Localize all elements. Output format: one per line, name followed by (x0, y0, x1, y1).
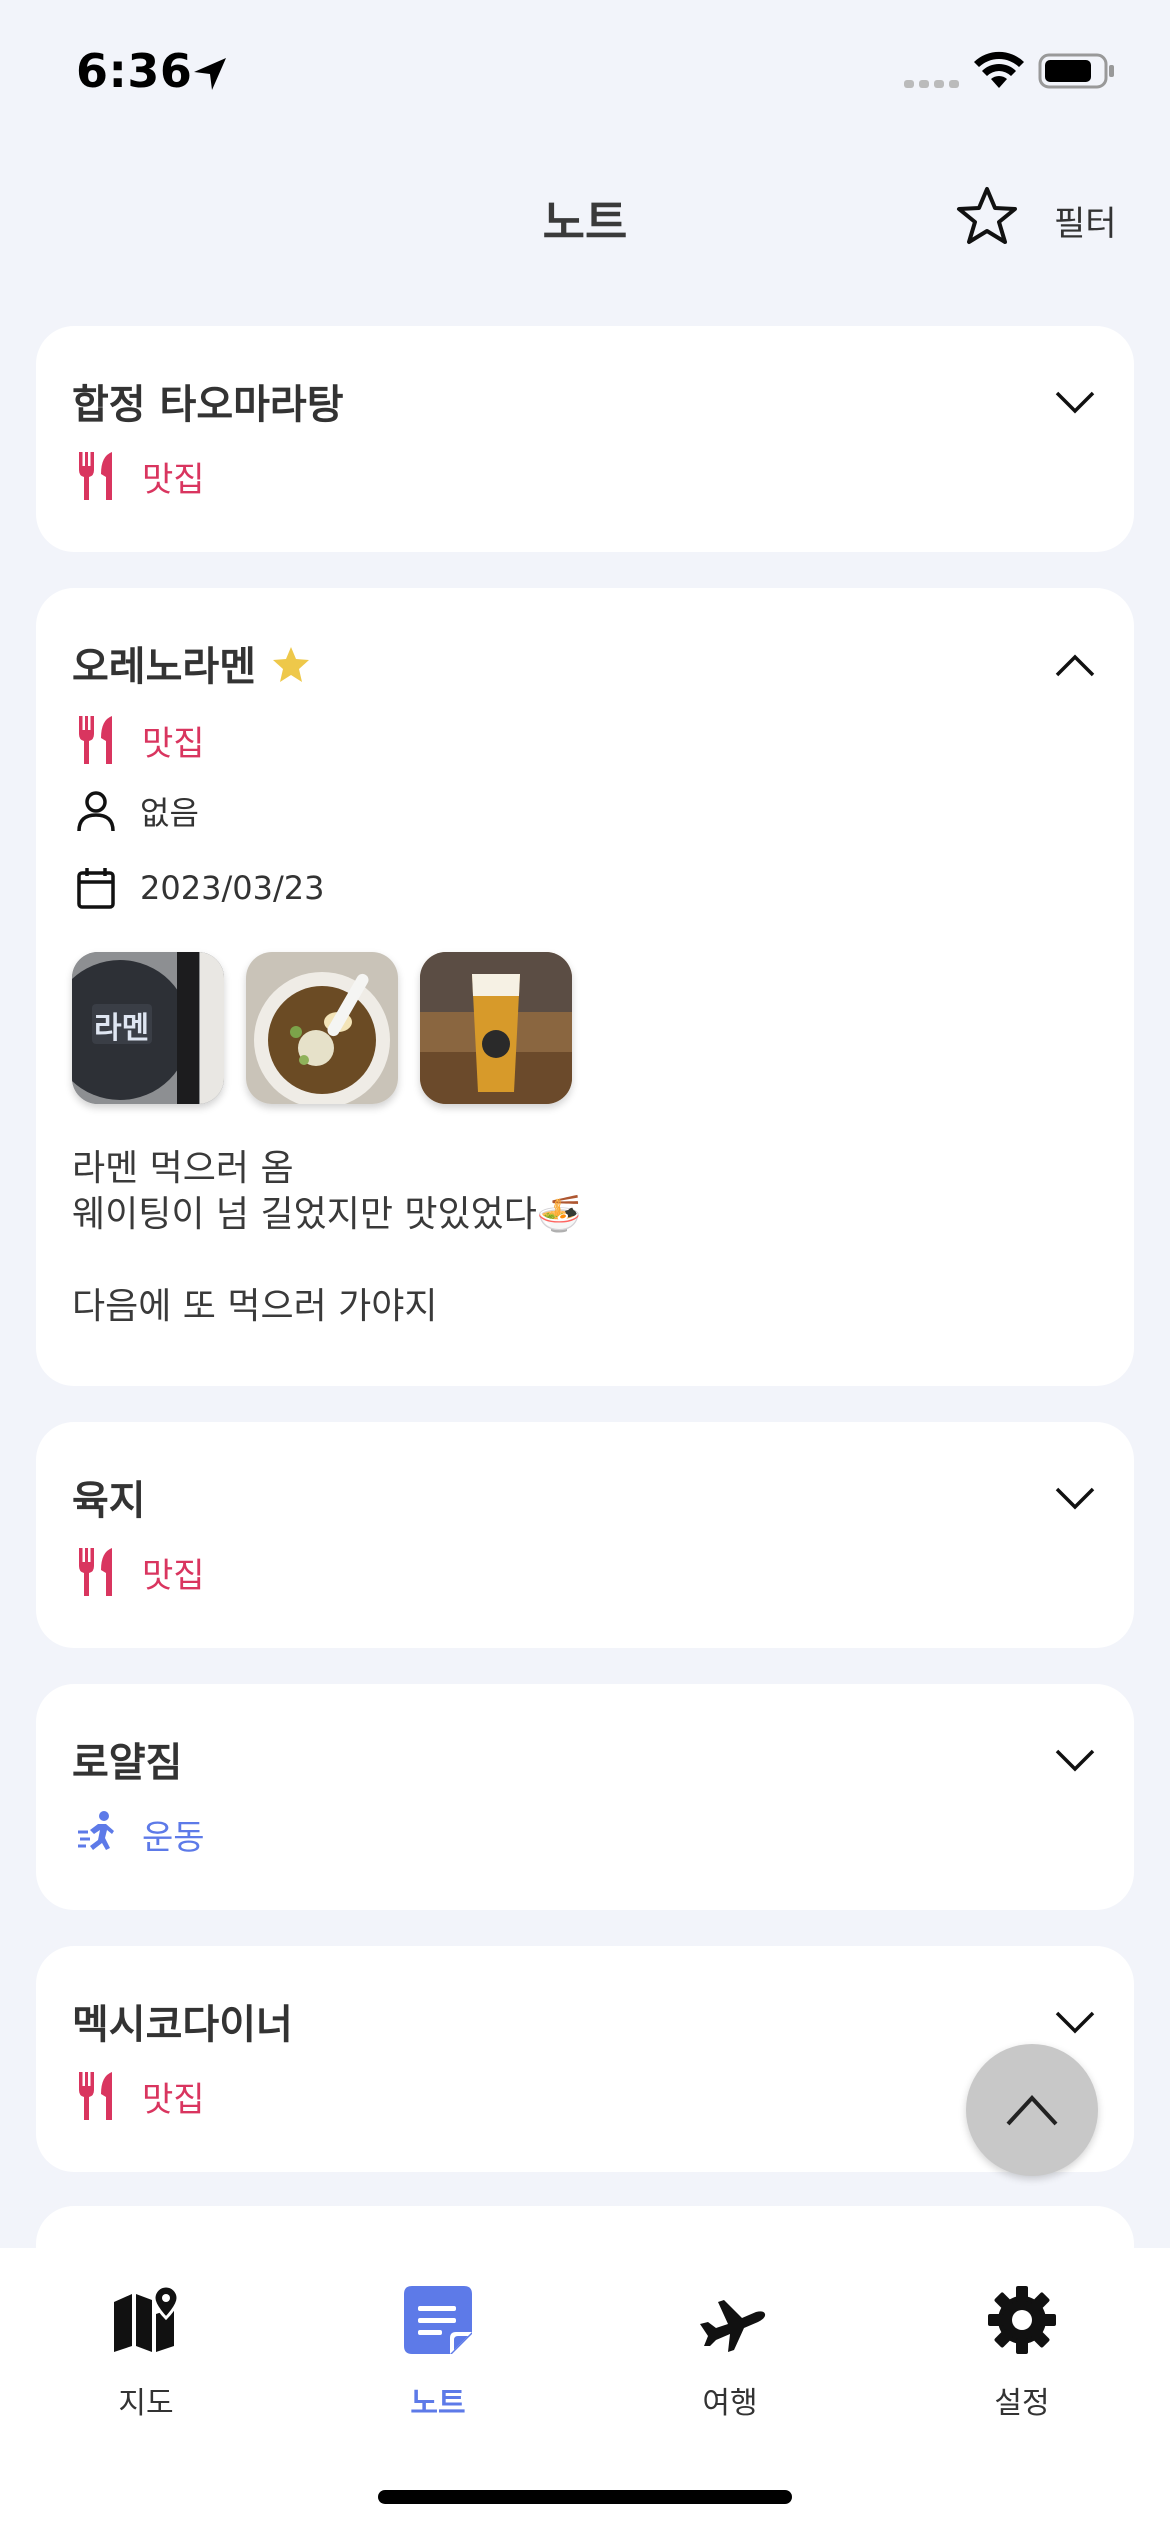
memo-line: 웨이팅이 넘 길었지만 맛있었다🍜 (72, 1194, 582, 1235)
chevron-up-icon (1006, 2095, 1058, 2126)
note-card[interactable]: 로얄짐 운동 (36, 1684, 1134, 1910)
memo-line: 다음에 또 먹으러 가야지 (72, 1286, 438, 1327)
note-category: 맛집 (76, 450, 205, 502)
category-label: 맛집 (142, 2079, 205, 2120)
map-pin-icon (114, 2284, 180, 2352)
chevron-down-icon[interactable] (1054, 1746, 1096, 1774)
filter-button[interactable]: 필터 (1054, 196, 1117, 245)
favorite-star-icon (273, 647, 309, 682)
note-card[interactable]: 멕시코다이너 맛집 (36, 1946, 1134, 2172)
chevron-down-icon[interactable] (1054, 388, 1096, 416)
cellular-signal-icon (904, 80, 959, 88)
person-icon (77, 791, 115, 832)
tab-note[interactable]: 노트 (348, 2284, 528, 2422)
tab-label: 노트 (410, 2386, 466, 2421)
date-row: 2023/03/23 (76, 866, 324, 910)
fork-knife-icon (79, 2072, 112, 2120)
note-title: 오레노라멘 (72, 644, 256, 690)
note-category: 맛집 (76, 1546, 205, 1598)
location-arrow-icon (194, 58, 226, 90)
memo-line (72, 1238, 582, 1284)
tab-settings[interactable]: 설정 (932, 2284, 1112, 2422)
note-title: 멕시코다이너 (72, 2002, 293, 2048)
category-label: 운동 (142, 1817, 205, 1858)
note-category: 맛집 (76, 2070, 205, 2122)
gear-icon (988, 2286, 1056, 2354)
ramen-bowl-photo[interactable] (246, 952, 398, 1104)
status-bar: 6:36 (0, 0, 1170, 150)
tab-label: 여행 (702, 2386, 758, 2421)
category-label: 맛집 (142, 723, 205, 764)
calendar-icon (77, 868, 115, 909)
fork-knife-icon (79, 1548, 112, 1596)
note-card[interactable]: 육지 맛집 (36, 1422, 1134, 1648)
note-title: 육지 (72, 1478, 146, 1524)
star-outline-icon[interactable] (954, 184, 1020, 250)
companion-row: 없음 (76, 788, 199, 834)
scroll-to-top-button[interactable] (966, 2044, 1098, 2176)
wifi-icon (974, 51, 1024, 88)
note-title: 로얄짐 (72, 1740, 183, 1786)
photo-strip: 라멘 (72, 952, 572, 1104)
beer-glass-photo[interactable] (420, 952, 572, 1104)
running-icon (78, 1811, 114, 1850)
status-time: 6:36 (76, 44, 193, 98)
ramen-shop-sign-photo[interactable]: 라멘 (72, 952, 224, 1104)
tab-label: 지도 (118, 2386, 174, 2421)
tab-travel[interactable]: 여행 (640, 2284, 820, 2422)
note-category: 맛집 (76, 714, 205, 766)
memo-line: 라멘 먹으러 옴 (72, 1148, 294, 1189)
fork-knife-icon (79, 452, 112, 500)
svg-text:라멘: 라멘 (94, 1011, 149, 1046)
companion-text: 없음 (140, 794, 199, 832)
category-label: 맛집 (142, 1555, 205, 1596)
note-category: 운동 (76, 1808, 205, 1860)
note-icon (404, 2286, 472, 2354)
note-card-expanded[interactable]: 오레노라멘 맛집 없음 2023/03/23 라멘 라멘 먹으러 옴 웨이팅이 … (36, 588, 1134, 1386)
chevron-down-icon[interactable] (1054, 1484, 1096, 1512)
airplane-icon (700, 2300, 766, 2352)
tab-map[interactable]: 지도 (56, 2284, 236, 2422)
chevron-up-icon[interactable] (1054, 652, 1096, 680)
date-text: 2023/03/23 (140, 869, 325, 907)
note-memo: 라멘 먹으러 옴 웨이팅이 넘 길었지만 맛있었다🍜 다음에 또 먹으러 가야지 (72, 1146, 582, 1330)
chevron-down-icon[interactable] (1054, 2008, 1096, 2036)
home-indicator (378, 2490, 792, 2504)
note-title: 합정 타오마라탕 (72, 382, 344, 428)
battery-icon (1038, 53, 1114, 89)
note-card[interactable]: 합정 타오마라탕 맛집 (36, 326, 1134, 552)
fork-knife-icon (79, 716, 112, 764)
category-label: 맛집 (142, 459, 205, 500)
tab-label: 설정 (994, 2386, 1050, 2421)
